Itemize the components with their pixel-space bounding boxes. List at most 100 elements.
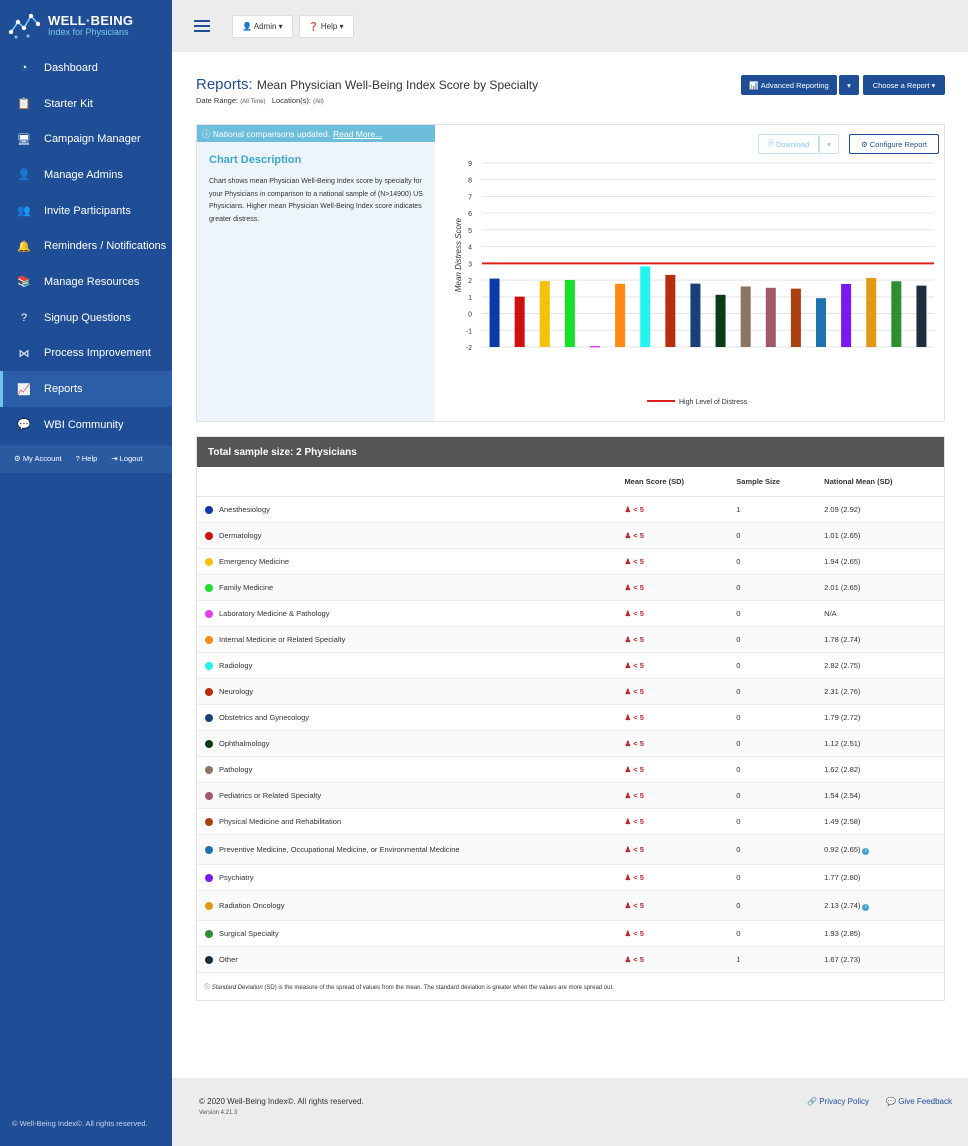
table-row: Surgical Specialty ♟ < 5 0 1.93 (2.85) xyxy=(197,921,944,947)
logout-link[interactable]: ⇥ Logout xyxy=(111,454,142,463)
series-color-dot xyxy=(205,791,213,800)
info-icon[interactable]: i xyxy=(862,847,870,855)
series-color-dot xyxy=(205,557,213,566)
sample-size-cell: 0 xyxy=(736,765,741,774)
sidebar: WELL·BEING Index for Physicians ◔ Dashboa… xyxy=(0,0,172,1146)
configure-report-label: Configure Report xyxy=(869,139,927,149)
national-mean-cell: 2.01 (2.65) xyxy=(824,583,944,592)
mean-score-cell: ♟ < 5 xyxy=(624,583,736,592)
series-color-dot xyxy=(205,635,213,644)
user-icon: ♟ xyxy=(624,505,632,514)
date-range-value: (All Time) xyxy=(240,99,266,105)
user-icon: ♟ xyxy=(624,687,632,696)
sidebar-item-invite-participants[interactable]: 👥 Invite Participants xyxy=(0,193,172,229)
sidebar-item-starter-kit[interactable]: 📋 Starter Kit xyxy=(0,86,172,122)
sidebar-item-reports[interactable]: 📈 Reports xyxy=(0,371,172,407)
sidebar-item-signup-questions[interactable]: ? Signup Questions xyxy=(0,300,172,336)
specialty-name: Radiation Oncology xyxy=(219,901,285,910)
advanced-reporting-caret[interactable]: ▾ xyxy=(839,75,859,95)
sidebar-item-manage-admins[interactable]: 👤 Manage Admins xyxy=(0,157,172,193)
national-mean-cell: 1.94 (2.65) xyxy=(824,557,944,566)
table-row: Physical Medicine and Rehabilitation ♟ < … xyxy=(197,809,944,835)
national-mean-value: 2.82 (2.75) xyxy=(824,661,861,670)
sidebar-item-process-improvement[interactable]: ⋈ Process Improvement xyxy=(0,336,172,372)
specialty-name: Pathology xyxy=(219,765,253,774)
advanced-reporting-button[interactable]: 📊 Advanced Reporting xyxy=(741,75,837,95)
mean-score-cell: ♟ < 5 xyxy=(624,817,736,826)
national-mean-cell: 1.93 (2.85) xyxy=(824,929,944,938)
sidebar-item-label: Dashboard xyxy=(44,61,98,74)
y-tick-label: 1 xyxy=(468,295,472,302)
user-icon: ♟ xyxy=(624,739,632,748)
bar xyxy=(866,277,877,347)
national-mean-cell: 1.67 (2.73) xyxy=(824,955,944,964)
national-mean-value: 1.12 (2.51) xyxy=(824,739,861,748)
mean-score-cell: ♟ < 5 xyxy=(624,687,736,696)
read-more-link[interactable]: Read More... xyxy=(333,129,382,139)
table-row: Anesthesiology ♟ < 5 1 2.09 (2.92) xyxy=(197,497,944,523)
community-icon: 💬 xyxy=(17,419,31,432)
bar xyxy=(564,279,575,347)
download-caret[interactable]: ▾ xyxy=(819,134,839,154)
bar xyxy=(841,283,852,347)
advanced-reporting-label: Advanced Reporting xyxy=(760,80,829,90)
specialty-table: Total sample size: 2 Physicians Mean Sco… xyxy=(196,436,945,1001)
national-mean-value: N/A xyxy=(824,609,837,618)
configure-report-button[interactable]: ⚙ Configure Report xyxy=(849,134,939,154)
date-range-label: Date Range: xyxy=(196,96,239,105)
page-title: Reports: Mean Physician Well-Being Index… xyxy=(196,76,538,93)
table-row: Internal Medicine or Related Specialty ♟ … xyxy=(197,627,944,653)
user-icon: ♟ xyxy=(624,929,632,938)
campaign-icon: 🖥 xyxy=(17,133,31,146)
help-dropdown[interactable]: ❓ Help ▾ xyxy=(298,14,354,38)
national-mean-value: 2.09 (2.92) xyxy=(824,505,861,514)
mean-score-value: < 5 xyxy=(633,765,644,774)
series-color-dot xyxy=(205,505,213,514)
share-icon: ⋈ xyxy=(18,347,30,360)
y-tick-label: 7 xyxy=(468,194,472,201)
chart-description-title: Chart Description xyxy=(209,154,302,166)
give-feedback-link[interactable]: 💬 Give Feedback xyxy=(886,1097,952,1106)
col-mean-score: Mean Score (SD) xyxy=(624,477,685,486)
logo[interactable]: WELL·BEING Index for Physicians xyxy=(0,0,172,50)
specialty-name: Ophthalmology xyxy=(219,739,270,748)
mean-score-value: < 5 xyxy=(633,505,644,514)
sidebar-item-label: Manage Resources xyxy=(44,275,140,288)
mean-score-value: < 5 xyxy=(633,929,644,938)
mean-score-cell: ♟ < 5 xyxy=(624,531,736,540)
y-tick-label: 2 xyxy=(468,278,472,285)
mean-score-cell: ♟ < 5 xyxy=(624,765,736,774)
choose-report-button[interactable]: Choose a Report ▾ xyxy=(863,75,945,95)
books-icon: 📚 xyxy=(17,276,31,289)
national-mean-value: 1.93 (2.85) xyxy=(824,929,861,938)
sidebar-item-manage-resources[interactable]: 📚 Manage Resources xyxy=(0,264,172,300)
sidebar-item-label: Reminders / Notifications xyxy=(44,240,167,253)
national-mean-value: 0.92 (2.65) xyxy=(824,844,861,854)
mean-score-cell: ♟ < 5 xyxy=(624,739,736,748)
table-row: Pathology ♟ < 5 0 1.62 (2.82) xyxy=(197,757,944,783)
info-icon[interactable]: i xyxy=(862,903,870,911)
privacy-policy-link[interactable]: 🔗 Privacy Policy xyxy=(807,1097,869,1106)
sample-size-cell: 0 xyxy=(736,635,741,644)
national-mean-value: 1.77 (2.80) xyxy=(824,873,861,882)
national-mean-value: 1.01 (2.65) xyxy=(824,531,861,540)
specialty-name: Pediatrics or Related Specialty xyxy=(219,791,322,800)
admin-dropdown[interactable]: 👤 Admin ▾ xyxy=(232,14,293,38)
sample-size-cell: 0 xyxy=(736,817,741,826)
user-icon: ♟ xyxy=(624,817,632,826)
sidebar-item-campaign-manager[interactable]: 🖥 Campaign Manager xyxy=(0,121,172,157)
sidebar-item-wbi-community[interactable]: 💬 WBI Community xyxy=(0,407,172,443)
help-link[interactable]: ? Help xyxy=(76,454,98,463)
series-color-dot xyxy=(205,531,213,540)
my-account-link[interactable]: ⚙ My Account xyxy=(14,454,62,463)
bar xyxy=(665,274,676,347)
download-button[interactable]: 🗎 Download xyxy=(758,134,819,154)
mean-score-cell: ♟ < 5 xyxy=(624,929,736,938)
hamburger-menu-icon[interactable] xyxy=(194,20,210,32)
specialty-name: Dermatology xyxy=(219,531,262,540)
specialty-name: Laboratory Medicine & Pathology xyxy=(219,609,330,618)
table-row: Radiation Oncology ♟ < 5 0 2.13 (2.74) i xyxy=(197,891,944,921)
sidebar-item-dashboard[interactable]: ◔ Dashboard xyxy=(0,50,172,86)
sidebar-item-reminders-notifications[interactable]: 🔔 Reminders / Notifications xyxy=(0,228,172,264)
sample-size-cell: 0 xyxy=(736,873,741,882)
